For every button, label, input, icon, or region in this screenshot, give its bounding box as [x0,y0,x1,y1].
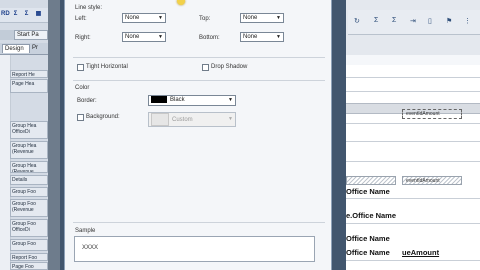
textbox-office-name[interactable]: Office Name [346,248,390,257]
chevron-down-icon: ▼ [276,34,281,40]
border-color-select[interactable]: Black ▼ [148,95,236,106]
textbox-office-name[interactable]: Office Name [346,234,390,243]
band-group-footer-office[interactable]: Group Foo OfficeDi [10,219,48,237]
sum-icon[interactable]: Σ [374,17,378,24]
row-line [346,91,480,92]
band-list: Report He Page Hea Group Hea OfficeDi Gr… [0,55,48,270]
textbox-office-name[interactable]: Office Name [346,187,390,196]
chevron-down-icon: ▼ [228,97,233,103]
band-group-footer[interactable]: Group Foo [10,187,48,197]
tab-start-page[interactable]: Start Pa [14,30,48,40]
top-line-select[interactable]: None ▼ [240,13,284,23]
toolbar-button-sum[interactable]: Σ [12,11,19,18]
bottom-line-value: None [243,34,258,40]
hatched-band [346,176,396,185]
frame-icon[interactable]: ▯ [428,17,432,25]
right-line-select[interactable]: None ▼ [122,32,166,42]
border-color-swatch [151,96,167,103]
view-tabs: Design Pr [0,43,48,55]
band-report-footer[interactable]: Report Foo [10,253,48,261]
chevron-down-icon: ▼ [228,116,233,122]
band-report-header[interactable]: Report He [10,70,48,78]
band-group-footer-revenue[interactable]: Group Foo (Revenue [10,199,48,217]
sample-heading: Sample [75,228,96,234]
chevron-down-icon: ▼ [276,15,281,21]
band-details[interactable]: Details [10,175,48,185]
top-line-value: None [243,15,258,21]
row-line [346,260,480,261]
tab-design[interactable]: Design [2,44,30,53]
background-color-value: Custom [172,117,193,124]
toolbar-button-sum2[interactable]: Σ [23,11,30,18]
background-checkbox[interactable] [77,114,84,121]
border-properties-dialog: Line style: Left: None ▼ Top: None ▼ Right… [64,0,332,270]
refresh-icon[interactable]: ↻ [354,17,360,25]
row-line [346,223,480,224]
border-color-value: Black [170,97,185,104]
band-group-header-revenue[interactable]: Group Hea (Revenue [10,141,48,159]
sample-preview-box: XXXX [74,236,315,262]
row-line [346,161,480,162]
left-line-select[interactable]: None ▼ [122,13,166,23]
bottom-line-select[interactable]: None ▼ [240,32,284,42]
right-toolbar: ↻ Σ Σ ⇥ ▯ ⚑ ⋮ [348,10,480,35]
design-canvas: eventIdAmount eventIdAmount Office Name … [346,65,480,270]
color-heading: Color [75,85,90,91]
mouse-cursor-highlight [177,0,185,5]
report-designer-surface: ↻ Σ Σ ⇥ ▯ ⚑ ⋮ eventIdAmount eventIdAmoun… [340,0,480,270]
sample-text: XXXX [82,245,99,251]
more-icon[interactable]: ⋮ [464,17,471,25]
right-label: Right: [75,35,91,41]
flag-icon[interactable]: ⚑ [446,17,452,25]
drop-shadow-checkbox[interactable] [202,64,209,71]
field-label: eventIdAmount [406,178,440,184]
tight-horizontal-checkbox[interactable] [77,64,84,71]
band-page-footer[interactable]: Page Foo [10,262,48,270]
report-explorer-pane: RD Σ Σ ▦ Start Pa Design Pr Report He Pa… [0,0,48,270]
field-label: eventIdAmount [406,111,440,117]
tab-preview[interactable]: Pr [30,44,48,53]
tight-horizontal-label: Tight Horizontal [86,64,128,70]
top-label: Top: [199,16,211,22]
background-color-swatch [151,113,169,126]
left-line-value: None [125,15,140,21]
chevron-down-icon: ▼ [158,15,163,21]
row-line [346,141,480,142]
drop-shadow-label: Drop Shadow [211,64,248,70]
row-line [346,123,480,124]
band-page-header[interactable]: Page Hea [10,79,48,93]
divider [73,222,325,223]
band-group-header-office[interactable]: Group Hea OfficeDi [10,121,48,139]
background-label: Background: [86,114,120,120]
row-line [346,198,480,199]
toolbar-button-rd[interactable]: RD [1,11,10,18]
chevron-down-icon: ▼ [158,34,163,40]
row-line [346,77,480,78]
left-label: Left: [75,16,87,22]
band-group-header-revenue2[interactable]: Group Hea (Revenue [10,161,48,173]
textbox-office-name[interactable]: e.Office Name [346,211,396,220]
border-color-label: Border: [77,98,97,104]
line-style-heading: Line style: [75,5,103,11]
left-toolbar: RD Σ Σ ▦ [0,8,48,23]
toolbar-button-grid[interactable]: ▦ [35,11,42,18]
band-group-footer2[interactable]: Group Foo [10,239,48,251]
divider [73,80,325,81]
background-color-select[interactable]: Custom ▼ [148,112,236,127]
bottom-label: Bottom: [199,35,220,41]
indent-icon[interactable]: ⇥ [410,17,416,25]
right-line-value: None [125,34,140,40]
textbox-amount-field[interactable]: ueAmount [402,248,439,257]
divider [73,57,325,58]
sum2-icon[interactable]: Σ [392,17,396,24]
